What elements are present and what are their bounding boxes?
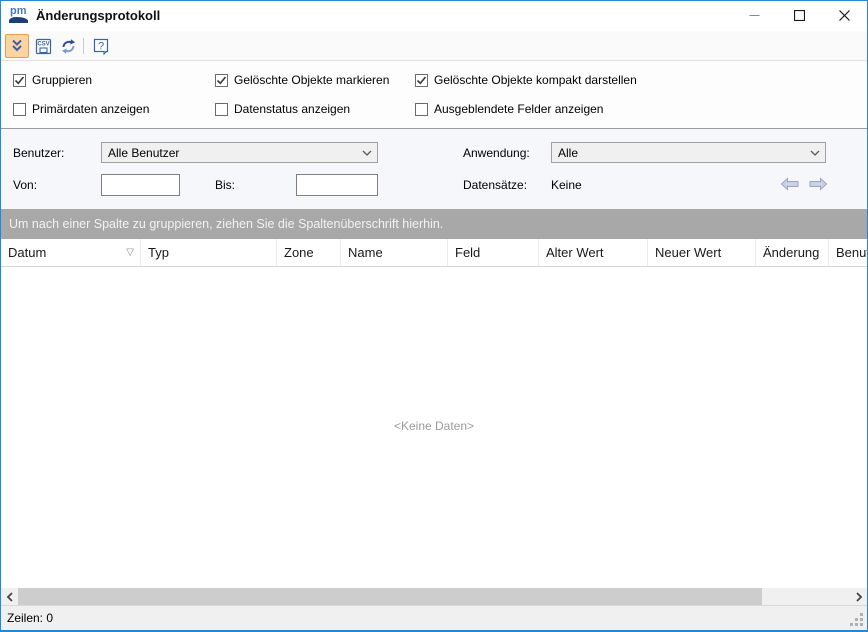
refresh-button[interactable] bbox=[56, 34, 80, 58]
filter-panel: Benutzer: Alle Benutzer Anwendung: Alle … bbox=[1, 129, 867, 209]
check-icon bbox=[14, 75, 25, 86]
checkbox-box bbox=[415, 103, 428, 116]
bis-input[interactable] bbox=[296, 174, 378, 196]
arrow-right-icon bbox=[808, 177, 828, 191]
benutzer-selected-value: Alle Benutzer bbox=[102, 146, 357, 160]
arrow-left-icon bbox=[780, 177, 800, 191]
empty-data-message: <Keine Daten> bbox=[1, 419, 867, 433]
checkbox-label: Primärdaten anzeigen bbox=[32, 102, 149, 116]
window-controls bbox=[732, 1, 867, 31]
minimize-icon bbox=[749, 10, 760, 21]
sort-descending-icon: ▽ bbox=[126, 247, 134, 258]
column-header-alter-wert[interactable]: Alter Wert bbox=[539, 239, 648, 266]
change-log-window: pm Änderungsprotokoll CS bbox=[0, 0, 868, 632]
scrollbar-thumb[interactable] bbox=[18, 588, 762, 605]
checkbox-geloeschte-markieren[interactable]: Gelöschte Objekte markieren bbox=[215, 72, 389, 88]
benutzer-select[interactable]: Alle Benutzer bbox=[101, 142, 378, 163]
column-header-neuer-wert[interactable]: Neuer Wert bbox=[648, 239, 756, 266]
options-panel: Gruppieren Gelöschte Objekte markieren G… bbox=[1, 61, 867, 129]
von-input[interactable] bbox=[101, 174, 180, 196]
checkbox-label: Datenstatus anzeigen bbox=[234, 102, 350, 116]
column-header-aenderung[interactable]: Änderung bbox=[756, 239, 829, 266]
grid-header-row: Datum ▽ Typ Zone Name Feld Alter Wert Ne… bbox=[1, 239, 867, 267]
datensaetze-label: Datensätze: bbox=[463, 178, 527, 192]
column-header-zone[interactable]: Zone bbox=[277, 239, 341, 266]
checkbox-ausgeblendete-felder[interactable]: Ausgeblendete Felder anzeigen bbox=[415, 101, 603, 117]
chevron-left-icon bbox=[6, 592, 14, 602]
row-count: Zeilen: 0 bbox=[7, 611, 53, 625]
group-by-hint: Um nach einer Spalte zu gruppieren, zieh… bbox=[9, 217, 443, 231]
group-by-drop-zone[interactable]: Um nach einer Spalte zu gruppieren, zieh… bbox=[1, 209, 867, 239]
csv-disk-icon: CSV bbox=[35, 38, 52, 55]
checkbox-label: Gelöschte Objekte markieren bbox=[234, 73, 389, 87]
minimize-button[interactable] bbox=[732, 1, 777, 30]
checkbox-box bbox=[13, 74, 26, 87]
anwendung-selected-value: Alle bbox=[552, 146, 805, 160]
help-button[interactable]: ? bbox=[89, 34, 113, 58]
checkbox-box bbox=[13, 103, 26, 116]
expand-options-button[interactable] bbox=[5, 34, 29, 58]
checkbox-gruppieren[interactable]: Gruppieren bbox=[13, 72, 92, 88]
chevron-right-icon bbox=[855, 592, 863, 602]
checkbox-box bbox=[215, 103, 228, 116]
grid-body: <Keine Daten> bbox=[1, 267, 867, 588]
von-label: Von: bbox=[13, 178, 37, 192]
svg-text:?: ? bbox=[97, 40, 103, 52]
app-icon-text: pm bbox=[10, 5, 27, 17]
column-header-datum[interactable]: Datum ▽ bbox=[1, 239, 141, 266]
bis-label: Bis: bbox=[215, 178, 235, 192]
checkbox-datenstatus[interactable]: Datenstatus anzeigen bbox=[215, 101, 350, 117]
checkbox-label: Ausgeblendete Felder anzeigen bbox=[434, 102, 603, 116]
checkbox-label: Gruppieren bbox=[32, 73, 92, 87]
datensaetze-value: Keine bbox=[551, 178, 582, 192]
check-icon bbox=[216, 75, 227, 86]
anwendung-label: Anwendung: bbox=[463, 146, 530, 160]
toolbar: CSV ? bbox=[1, 31, 867, 61]
question-mark-icon: ? bbox=[93, 38, 110, 55]
titlebar: pm Änderungsprotokoll bbox=[1, 1, 867, 31]
checkbox-box bbox=[415, 74, 428, 87]
previous-record-button[interactable] bbox=[780, 177, 800, 191]
maximize-icon bbox=[794, 10, 805, 21]
statusbar: Zeilen: 0 bbox=[1, 605, 867, 630]
chevron-down-icon bbox=[357, 150, 377, 156]
benutzer-label: Benutzer: bbox=[13, 146, 64, 160]
anwendung-select[interactable]: Alle bbox=[551, 142, 826, 163]
svg-text:CSV: CSV bbox=[37, 41, 49, 47]
column-header-typ[interactable]: Typ bbox=[141, 239, 277, 266]
column-header-name[interactable]: Name bbox=[341, 239, 448, 266]
export-csv-button[interactable]: CSV bbox=[31, 34, 55, 58]
column-header-benutzer[interactable]: Benutzer bbox=[829, 239, 867, 266]
app-icon-wave bbox=[9, 17, 28, 23]
toolbar-separator bbox=[83, 38, 84, 54]
app-icon: pm bbox=[9, 7, 29, 24]
checkbox-label: Gelöschte Objekte kompakt darstellen bbox=[434, 73, 637, 87]
column-header-feld[interactable]: Feld bbox=[448, 239, 539, 266]
next-record-button[interactable] bbox=[808, 177, 828, 191]
chevron-down-icon bbox=[805, 150, 825, 156]
maximize-button[interactable] bbox=[777, 1, 822, 30]
check-icon bbox=[416, 75, 427, 86]
double-chevron-down-icon bbox=[9, 38, 25, 54]
scroll-left-button[interactable] bbox=[1, 588, 18, 605]
refresh-arrows-icon bbox=[60, 38, 77, 55]
scroll-right-button[interactable] bbox=[850, 588, 867, 605]
checkbox-primaerdaten[interactable]: Primärdaten anzeigen bbox=[13, 101, 149, 117]
checkbox-geloeschte-kompakt[interactable]: Gelöschte Objekte kompakt darstellen bbox=[415, 72, 637, 88]
checkbox-box bbox=[215, 74, 228, 87]
resize-grip[interactable] bbox=[860, 623, 863, 626]
window-title: Änderungsprotokoll bbox=[36, 8, 160, 23]
close-icon bbox=[839, 10, 850, 21]
close-button[interactable] bbox=[822, 1, 867, 30]
horizontal-scrollbar[interactable] bbox=[1, 588, 867, 605]
